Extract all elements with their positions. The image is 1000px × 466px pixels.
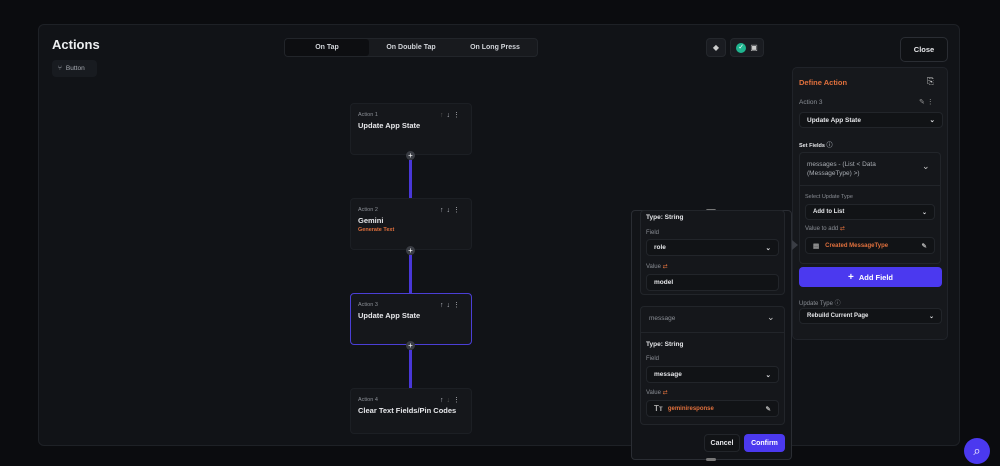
section-header: message — [649, 315, 676, 322]
rebuild-select[interactable]: Rebuild Current Page ⌄ — [799, 308, 942, 324]
action-subtitle: Generate Text — [358, 227, 395, 233]
action-type-value: Update App State — [807, 116, 861, 124]
variable-icon[interactable]: ⇄ — [663, 390, 668, 396]
connector — [409, 160, 412, 198]
value-value: geminiresponse — [667, 405, 714, 412]
select-update-type-label: Select Update Type — [805, 194, 853, 200]
value-to-add-label: Value to add — [805, 226, 839, 232]
page-title: Actions — [52, 37, 100, 52]
action-card-4[interactable]: Action 4 Clear Text Fields/Pin Codes ↑↓⋮ — [350, 388, 472, 434]
value-value: model — [654, 279, 674, 286]
chevron-down-icon[interactable]: ⌄ — [922, 161, 930, 172]
role-field-section: Type: String Field role ⌄ Value ⇄ model — [640, 210, 785, 295]
connector — [409, 255, 412, 293]
action-name: Update App State — [358, 311, 421, 320]
rebuild-value: Rebuild Current Page — [807, 313, 869, 319]
edit-menu-icons[interactable]: ✎ ⋮ — [919, 98, 934, 106]
plus-icon: + — [847, 271, 854, 283]
field-value: message — [654, 371, 682, 378]
confirm-button[interactable]: Confirm — [744, 434, 785, 452]
text-type-icon: Tт — [654, 404, 663, 413]
brain-icon: ◆ — [712, 43, 720, 52]
info-icon: ⓘ — [834, 301, 841, 307]
chevron-down-icon: ⌄ — [921, 209, 927, 216]
info-icon: ⓘ — [826, 143, 833, 149]
value-input[interactable]: Tт geminiresponse ✎ — [646, 400, 779, 417]
action-card-1[interactable]: Action 1 Update App State ↑↓⋮ — [350, 103, 472, 155]
field-label: Field — [646, 230, 660, 236]
message-field-section: message ⌄ Type: String Field message ⌄ Va… — [640, 306, 785, 425]
edit-icon[interactable]: ✎ — [922, 242, 927, 250]
add-action-plus-icon[interactable]: + — [406, 246, 415, 255]
action-name: Gemini — [358, 216, 384, 225]
variable-icon[interactable]: ⇄ — [840, 226, 845, 232]
action-type-select[interactable]: Update App State ⌄ — [799, 112, 943, 128]
update-type-value: Add to List — [813, 209, 845, 215]
widget-chip-label: Button — [65, 65, 85, 72]
action-card-3[interactable]: Action 3 Update App State ↑↓⋮ — [350, 293, 472, 345]
chevron-down-icon: ⌄ — [929, 117, 935, 124]
field-section: messages - (List < Data (MessageType) >)… — [799, 152, 941, 264]
pointer-arrow — [792, 240, 798, 250]
docs-icon[interactable]: ⎘ — [927, 76, 934, 87]
panel-title: Define Action — [799, 78, 848, 87]
value-input[interactable]: model — [646, 274, 779, 291]
add-field-button[interactable]: + Add Field — [799, 267, 942, 287]
variable-icon[interactable]: ⇄ — [663, 264, 668, 270]
tab-on-long-press[interactable]: On Long Press — [453, 39, 537, 56]
search-fab-icon[interactable]: ⌕ — [964, 438, 990, 464]
field-label: Field — [646, 356, 660, 362]
chevron-down-icon: ⌄ — [765, 371, 771, 379]
bug-icon: ▣ — [750, 43, 758, 52]
chevron-down-icon: ⌄ — [928, 313, 934, 320]
type-label: Type: String — [646, 214, 684, 221]
action-card-2[interactable]: Action 2 Gemini Generate Text ↑↓⋮ — [350, 198, 472, 250]
update-type-label: Update Type — [799, 301, 833, 307]
value-to-add-field[interactable]: ▤ Created MessageType ✎ — [805, 237, 935, 254]
value-to-add-value: Created MessageType — [825, 242, 889, 249]
value-label: Value — [646, 264, 661, 270]
resize-handle[interactable] — [706, 458, 716, 461]
widget-chip[interactable]: ⑂ Button — [52, 60, 97, 77]
type-label: Type: String — [646, 341, 684, 348]
define-action-panel: Define Action ⎘ Action 3 ✎ ⋮ Update App … — [792, 67, 948, 340]
tab-on-double-tap[interactable]: On Double Tap — [369, 39, 453, 56]
value-label: Value — [646, 390, 661, 396]
trigger-tabs: On Tap On Double Tap On Long Press — [284, 38, 538, 57]
ai-button[interactable]: ◆ — [706, 38, 726, 57]
reorder-menu-icons[interactable]: ↑↓⋮ — [440, 206, 463, 214]
close-button[interactable]: Close — [900, 37, 948, 62]
debug-button-group[interactable]: ✓ ▣ — [730, 38, 764, 57]
reorder-menu-icons[interactable]: ↑↓⋮ — [440, 396, 463, 404]
reorder-menu-icons[interactable]: ↑↓⋮ — [440, 111, 463, 119]
update-type-select[interactable]: Add to List ⌄ — [805, 204, 935, 220]
connector — [409, 350, 412, 388]
chevron-down-icon[interactable]: ⌄ — [767, 312, 775, 323]
chevron-down-icon: ⌄ — [765, 244, 771, 252]
edit-icon[interactable]: ✎ — [766, 405, 771, 413]
cancel-button[interactable]: Cancel — [704, 434, 740, 452]
field-value: role — [654, 244, 666, 251]
data-type-icon: ▤ — [813, 242, 820, 250]
widget-tree-icon: ⑂ — [58, 65, 62, 72]
field-editor-popup: Type: String Field role ⌄ Value ⇄ model m… — [631, 209, 792, 461]
set-fields-label: Set Fields — [799, 143, 825, 149]
action-name: Update App State — [358, 121, 421, 130]
check-icon: ✓ — [736, 42, 747, 53]
add-action-plus-icon[interactable]: + — [406, 151, 415, 160]
action-name: Clear Text Fields/Pin Codes — [358, 406, 457, 415]
add-field-label: Add Field — [858, 272, 893, 282]
add-action-plus-icon[interactable]: + — [406, 341, 415, 350]
action-number: Action 3 — [799, 99, 823, 106]
field-select[interactable]: message ⌄ — [646, 366, 779, 383]
field-select[interactable]: role ⌄ — [646, 239, 779, 256]
tab-on-tap[interactable]: On Tap — [285, 39, 369, 56]
field-name: messages - (List < Data (MessageType) >) — [807, 161, 876, 177]
reorder-menu-icons[interactable]: ↑↓⋮ — [440, 301, 463, 309]
